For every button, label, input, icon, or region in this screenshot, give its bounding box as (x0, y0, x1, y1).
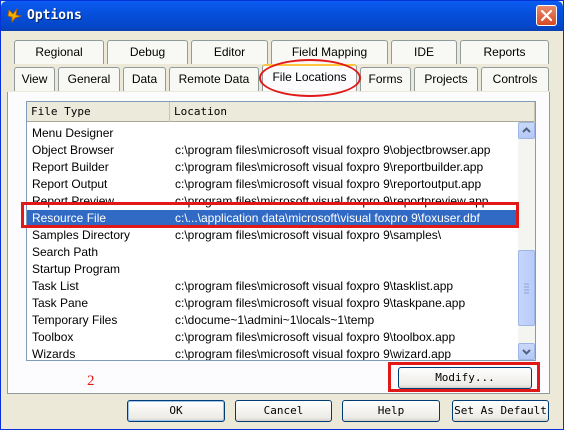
file-type-cell: Object Browser (32, 143, 115, 157)
file-type-cell: Samples Directory (32, 228, 131, 242)
tab-label: Field Mapping (291, 45, 368, 59)
tab-label: Forms (368, 72, 403, 86)
cancel-button[interactable]: Cancel (235, 400, 332, 422)
annotation-number: 2 (87, 373, 95, 389)
tab-label: Editor (213, 45, 246, 59)
list-row[interactable]: Report Output c:\program files\microsoft … (27, 176, 518, 193)
file-type-cell: Startup Program (32, 262, 121, 276)
tab-label: Controls (492, 72, 538, 86)
list-header: File Type Location (27, 102, 535, 122)
tab-label: Reports (483, 45, 526, 59)
file-type-cell: Temporary Files (32, 313, 118, 327)
list-row[interactable]: Report Builder c:\program files\microsoft… (27, 159, 518, 176)
list-row[interactable]: Task Pane c:\program files\microsoft visu… (27, 295, 518, 312)
title-bar[interactable]: Options (1, 1, 563, 31)
annotation-box-modify (388, 362, 540, 392)
close-button[interactable] (536, 5, 557, 26)
window-title: Options (27, 8, 82, 23)
tab-label: Projects (424, 72, 468, 86)
location-cell: c:\program files\microsoft visual foxpro… (175, 279, 454, 293)
tab-label: Regional (35, 45, 83, 59)
help-button[interactable]: Help (342, 400, 440, 422)
list-row[interactable]: Object Browser c:\program files\microsoft… (27, 142, 518, 159)
tab-remote-data[interactable]: Remote Data (169, 67, 259, 91)
list-row[interactable]: Wizards c:\program files\microsoft visual… (27, 346, 518, 361)
tab-reports[interactable]: Reports (460, 40, 549, 64)
annotation-oval-file-locations (259, 59, 361, 97)
chevron-up-icon (522, 127, 531, 133)
tab-general[interactable]: General (58, 67, 120, 91)
list-row[interactable]: Toolbox c:\program files\microsoft visual… (27, 329, 518, 346)
chevron-down-icon (522, 349, 531, 355)
fox-icon (7, 7, 23, 23)
column-header-file-type[interactable]: File Type (27, 102, 170, 122)
tab-label: Debug (129, 45, 166, 59)
location-cell: c:\program files\microsoft visual foxpro… (175, 143, 491, 157)
column-header-location[interactable]: Location (170, 102, 535, 122)
tab-label: View (21, 72, 48, 86)
set-as-default-button[interactable]: Set As Default (452, 400, 549, 422)
tab-forms[interactable]: Forms (360, 67, 411, 91)
location-cell: c:\program files\microsoft visual foxpro… (175, 160, 484, 174)
tab-label: IDE (413, 45, 434, 59)
file-type-cell: Menu Designer (32, 126, 114, 140)
tab-data[interactable]: Data (123, 67, 166, 91)
list-row[interactable]: Menu Designer (27, 125, 518, 142)
list-row[interactable]: Temporary Files c:\docume~1\admini~1\loca… (27, 312, 518, 329)
tab-projects[interactable]: Projects (414, 67, 478, 91)
location-cell: c:\docume~1\admini~1\locals~1\temp (175, 313, 375, 327)
location-cell: c:\program files\microsoft visual foxpro… (175, 177, 482, 191)
tab-view[interactable]: View (14, 67, 55, 91)
list-row[interactable]: Search Path (27, 244, 518, 261)
close-icon (540, 9, 553, 22)
file-type-cell: Report Builder (32, 160, 109, 174)
location-cell: c:\program files\microsoft visual foxpro… (175, 296, 466, 310)
vertical-scrollbar[interactable] (518, 122, 535, 360)
file-type-cell: Report Output (32, 177, 108, 191)
tab-debug[interactable]: Debug (107, 40, 188, 64)
scroll-down-button[interactable] (518, 343, 535, 360)
tab-label: Data (131, 72, 158, 86)
file-type-cell: Task Pane (32, 296, 89, 310)
tab-label: General (67, 72, 111, 86)
file-type-cell: Wizards (32, 347, 76, 361)
options-dialog: Options Regional Debug Editor Field Mapp… (0, 0, 564, 430)
location-cell: c:\program files\microsoft visual foxpro… (175, 228, 442, 242)
file-type-cell: Toolbox (32, 330, 74, 344)
file-type-cell: Search Path (32, 245, 99, 259)
tab-ide[interactable]: IDE (391, 40, 457, 64)
file-type-cell: Task List (32, 279, 79, 293)
file-locations-list[interactable]: File Type Location Menu Designer Object B… (26, 101, 536, 361)
location-cell: c:\program files\microsoft visual foxpro… (175, 347, 452, 361)
scroll-thumb[interactable] (518, 250, 535, 326)
list-row[interactable]: Samples Directory c:\program files\micros… (27, 227, 518, 244)
tab-label: Remote Data (178, 72, 250, 86)
tab-controls[interactable]: Controls (481, 67, 549, 91)
tab-regional[interactable]: Regional (14, 40, 104, 64)
annotation-box-resource-file (21, 202, 519, 228)
location-cell: c:\program files\microsoft visual foxpro… (175, 330, 456, 344)
ok-button[interactable]: OK (127, 400, 225, 422)
list-row[interactable]: Task List c:\program files\microsoft visu… (27, 278, 518, 295)
tab-editor[interactable]: Editor (191, 40, 268, 64)
list-row[interactable]: Startup Program (27, 261, 518, 278)
grip-icon (524, 283, 529, 294)
scroll-up-button[interactable] (518, 122, 535, 139)
